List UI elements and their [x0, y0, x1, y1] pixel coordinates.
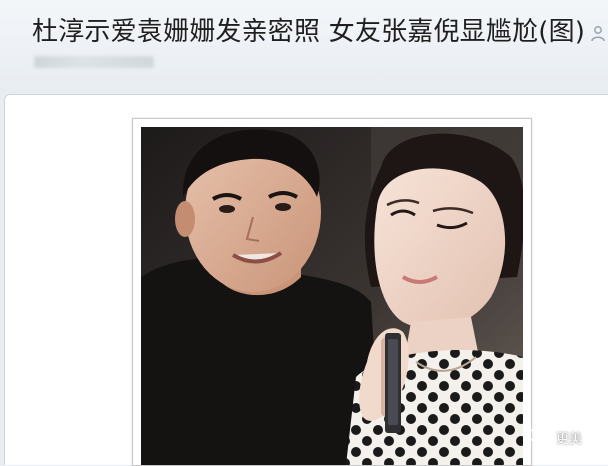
post-title: 杜淳示爱袁姗姗发亲密照 女友张嘉倪显尴尬(图): [32, 17, 586, 47]
post-photo[interactable]: [141, 127, 523, 465]
watermark-label: 更美: [556, 431, 583, 447]
photo-frame: [132, 118, 532, 466]
watermark: 更美: [528, 426, 582, 448]
user-icon[interactable]: [590, 24, 608, 44]
photo-image: [141, 127, 523, 465]
wechat-logo-icon: [528, 427, 552, 445]
post-header: 杜淳示爱袁姗姗发亲密照 女友张嘉倪显尴尬(图): [0, 0, 608, 92]
blurred-author-meta: [34, 56, 154, 68]
